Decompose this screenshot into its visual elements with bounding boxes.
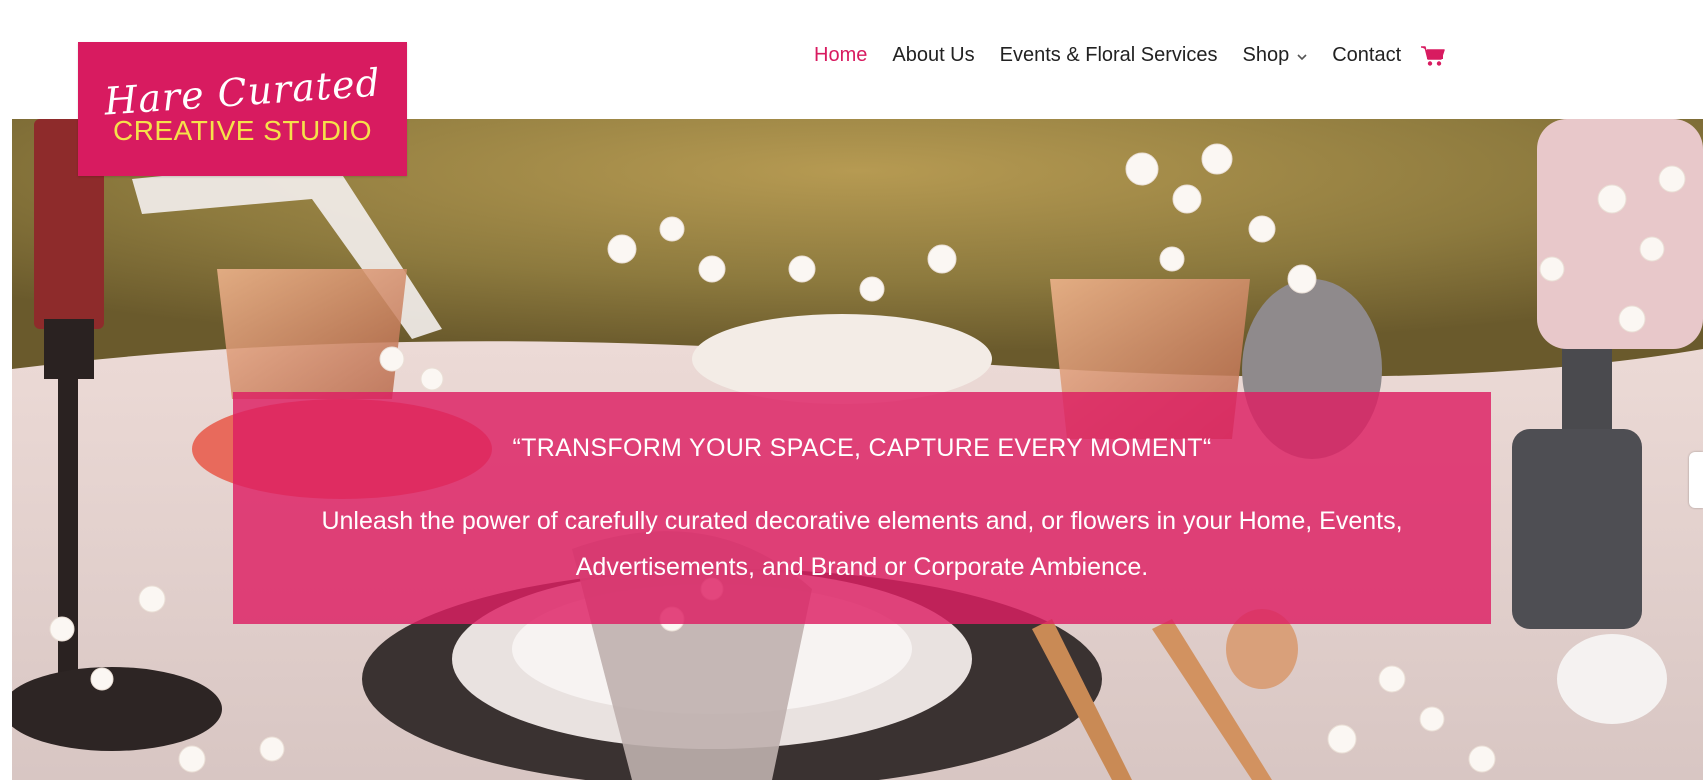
nav-events-floral-label: Events & Floral Services bbox=[999, 44, 1218, 66]
chevron-down-icon bbox=[1297, 49, 1307, 64]
nav-about-us-label: About Us bbox=[892, 44, 975, 66]
page: Home About Us Events & Floral Services S… bbox=[0, 0, 1703, 780]
logo-sub-text: CREATIVE STUDIO bbox=[112, 115, 372, 146]
nav-contact[interactable]: Contact bbox=[1332, 44, 1401, 67]
nav-home[interactable]: Home bbox=[814, 44, 867, 67]
main-nav: Home About Us Events & Floral Services S… bbox=[814, 44, 1446, 67]
nav-about-us[interactable]: About Us bbox=[892, 44, 974, 67]
shopping-cart-icon[interactable] bbox=[1420, 45, 1446, 67]
site-logo[interactable]: Hare Curated CREATIVE STUDIO bbox=[78, 42, 407, 176]
nav-shop[interactable]: Shop bbox=[1242, 44, 1307, 67]
nav-contact-label: Contact bbox=[1332, 44, 1402, 66]
hero-banner-title: “TRANSFORM YOUR SPACE, CAPTURE EVERY MOM… bbox=[512, 434, 1212, 462]
nav-shop-label: Shop bbox=[1242, 44, 1290, 66]
hero-banner-text: Unleash the power of carefully curated d… bbox=[321, 507, 1403, 581]
nav-home-label: Home bbox=[814, 44, 868, 66]
nav-events-floral[interactable]: Events & Floral Services bbox=[1000, 44, 1218, 67]
side-tab-handle[interactable] bbox=[1689, 452, 1703, 508]
hero-banner: “TRANSFORM YOUR SPACE, CAPTURE EVERY MOM… bbox=[233, 392, 1491, 624]
